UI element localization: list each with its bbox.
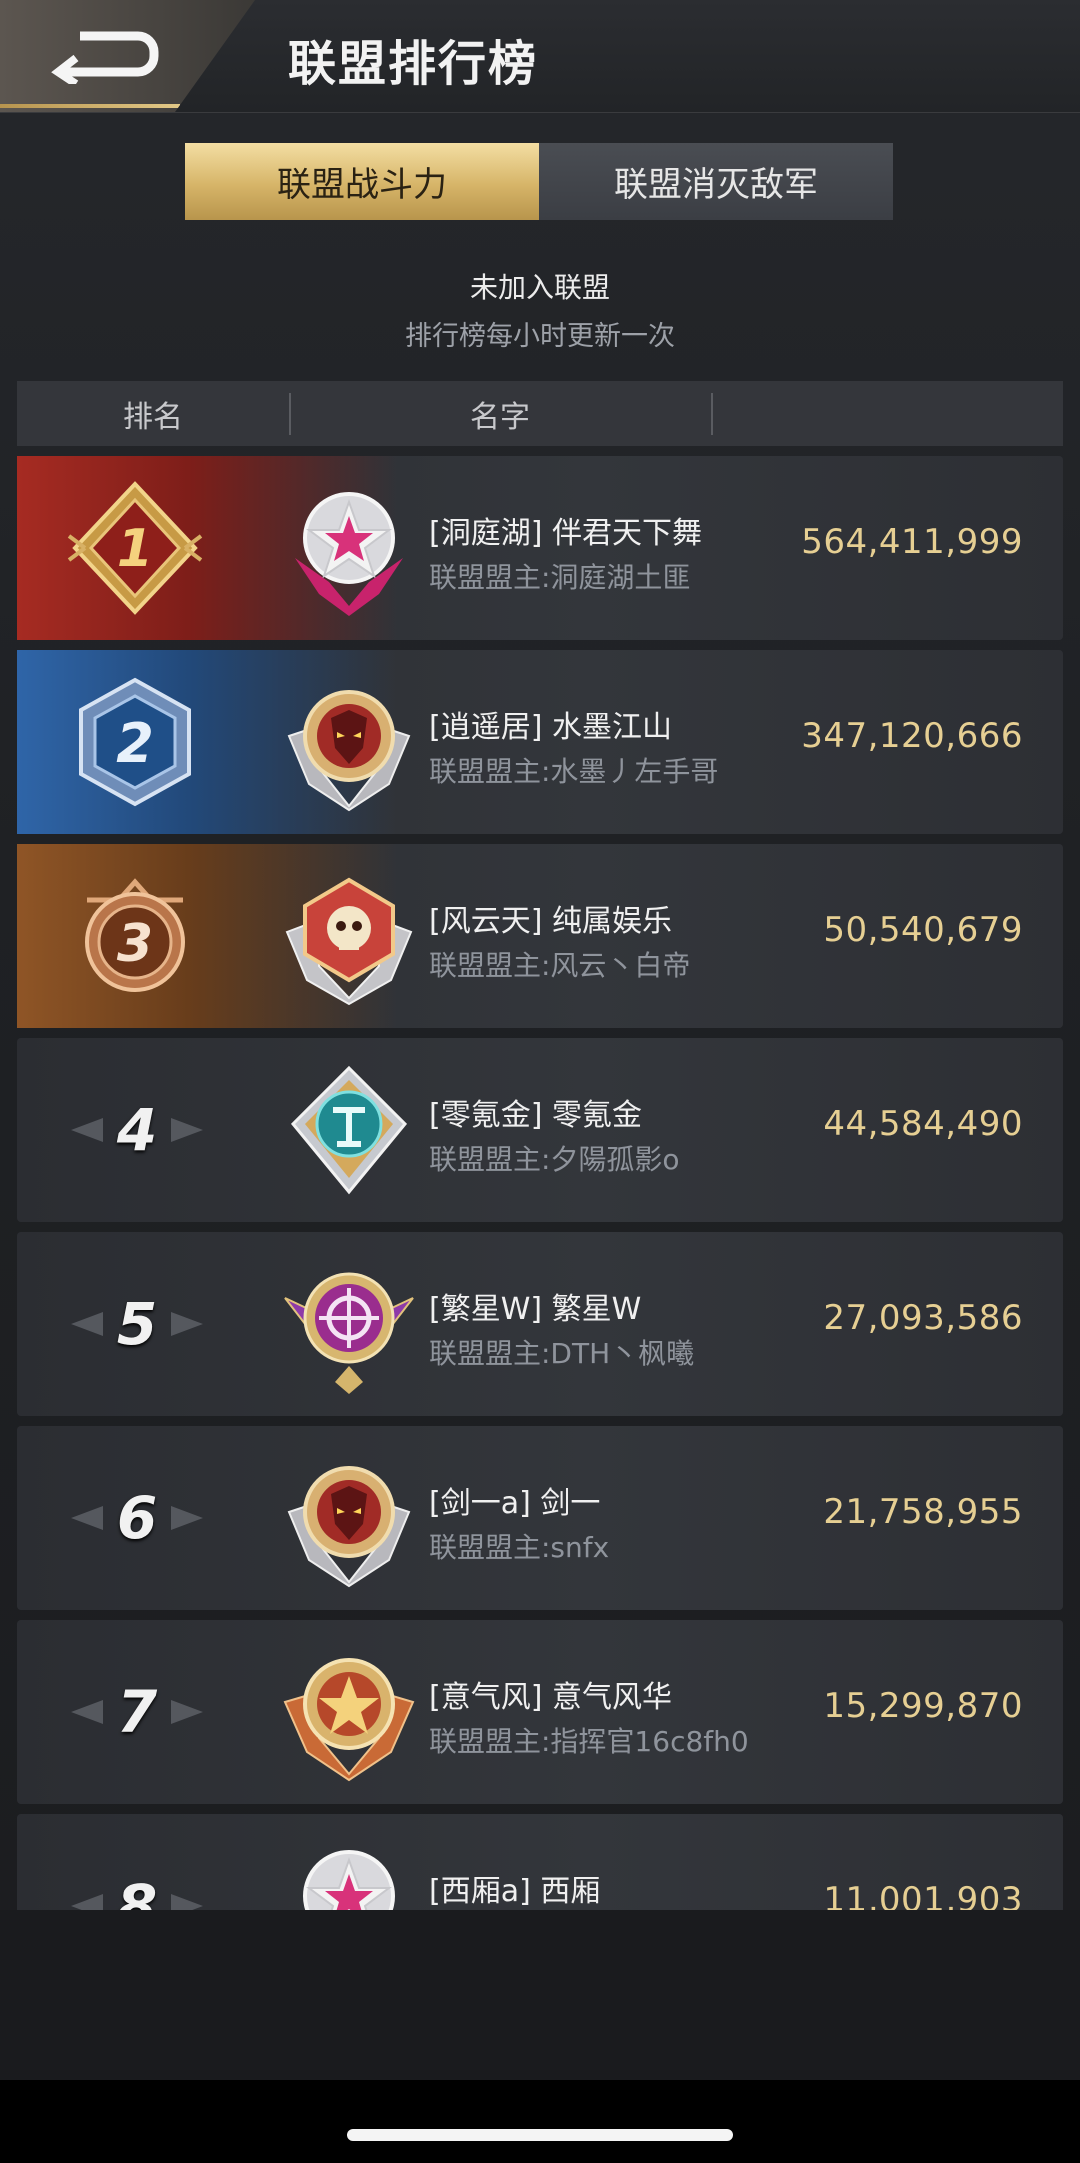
red-wolf-emblem-icon [287,1466,411,1588]
ranking-list[interactable]: 1 [洞庭湖] 伴君天下舞 联盟盟主:洞庭湖土匪 564,411,999 2 [… [0,455,1080,1910]
gold-rank-badge-icon: 1 [67,481,203,615]
rank-number: 4 [116,1096,158,1164]
table-row[interactable]: 3 [风云天] 纯属娱乐 联盟盟主:风云丶白帝 50,540,679 [17,844,1063,1028]
combat-power: 21,758,955 [823,1492,1023,1532]
alliance-name: [洞庭湖] 伴君天下舞 [429,516,702,551]
rank-number: 6 [116,1484,158,1552]
rank-number-wrap: 6 [67,1468,207,1568]
rank-number-wrap: 7 [67,1662,207,1762]
alliance-leader: 联盟盟主:风云丶白帝 [429,949,691,982]
combat-power: 27,093,586 [823,1298,1023,1338]
alliance-leader: 联盟盟主:snfx [429,1531,610,1564]
rank-number: 7 [116,1678,158,1746]
alliance-leader: 联盟盟主:夕陽孤影o [429,1143,680,1176]
alliance-name: [剑一a] 剑一 [429,1486,601,1521]
column-header-rank: 排名 [123,399,183,435]
table-row[interactable]: 7 [意气风] 意气风华 联盟盟主:指挥官16c8fh0 15,299,870 [17,1620,1063,1804]
alliance-leader: 联盟盟主:指挥官16c8fh0 [429,1725,749,1758]
rank-number: 8 [116,1872,158,1910]
alliance-name: [意气风] 意气风华 [429,1680,672,1715]
page-title: 联盟排行榜 [288,36,539,92]
combat-power: 15,299,870 [823,1686,1023,1726]
alliance-status: 未加入联盟 [469,271,610,304]
table-row[interactable]: 6 [剑一a] 剑一 联盟盟主:snfx 21,758,955 [17,1426,1063,1610]
combat-power: 564,411,999 [801,522,1023,562]
column-header-name: 名字 [470,399,530,435]
teal-shield-emblem-icon [290,1065,408,1195]
table-header: 排名 名字 联盟战斗力 [17,381,1063,495]
table-row[interactable]: 2 [逍遥居] 水墨江山 联盟盟主:水墨丿左手哥 347,120,666 [17,650,1063,834]
back-arrow-icon [51,31,159,84]
combat-power: 44,584,490 [823,1104,1023,1144]
alliance-leader: 联盟盟主:洞庭湖土匪 [429,561,691,594]
column-divider [289,393,291,435]
table-row[interactable]: 4 [零氪金] 零氪金 联盟盟主:夕陽孤影o 44,584,490 [17,1038,1063,1222]
gold-star-emblem-icon [283,1658,415,1782]
bronze-rank-badge-icon: 3 [85,878,185,992]
rank-number-wrap: 4 [67,1080,207,1180]
system-nav-area [0,2080,1080,2163]
rank-number: 5 [116,1290,158,1358]
alliance-name: [零氪金] 零氪金 [429,1098,642,1133]
bottom-panel [0,1910,1080,2080]
combat-power: 50,540,679 [823,910,1023,950]
combat-power: 11,001,903 [823,1880,1023,1910]
rank-number-wrap: 5 [67,1274,207,1374]
rank-number-wrap: 8 [67,1856,207,1910]
alliance-name: [繁星W] 繁星W [429,1292,642,1327]
pink-star-emblem-icon [295,492,403,616]
alliance-name: [风云天] 纯属娱乐 [429,904,672,939]
alliance-name: [西厢a] 西厢 [429,1874,601,1909]
svg-text:3: 3 [117,914,153,974]
skull-emblem-icon [285,877,413,1006]
alliance-leader: 联盟盟主:DTH丶枫曦 [429,1337,695,1370]
tab-bar: 联盟战斗力 联盟消灭敌军 [185,143,893,220]
svg-text:1: 1 [117,519,153,579]
home-indicator[interactable] [347,2129,733,2141]
column-divider [711,393,713,435]
silver-rank-badge-icon: 2 [79,677,191,807]
screen: 联盟排行榜 联盟战斗力 联盟消灭敌军 未加入联盟 排行榜每小时更新一次 排名 名… [0,0,1080,2163]
alliance-leader: 联盟盟主:水墨丿左手哥 [429,755,719,788]
svg-text:2: 2 [116,712,154,775]
back-button[interactable] [0,0,255,112]
update-note: 排行榜每小时更新一次 [405,321,675,352]
tab-alliance-power[interactable]: 联盟战斗力 [185,143,539,220]
table-row[interactable]: 5 [繁星W] 繁星W 联盟盟主:DTH丶枫曦 27,093,586 [17,1232,1063,1416]
header-bar: 联盟排行榜 [0,0,1080,113]
purple-target-emblem-icon [284,1272,414,1394]
combat-power: 347,120,666 [801,716,1023,756]
red-wolf-emblem-icon [287,690,411,812]
table-row[interactable]: 8 [西厢a] 西厢 11,001,903 [17,1814,1063,1910]
tab-alliance-kills[interactable]: 联盟消灭敌军 [539,143,893,220]
table-row[interactable]: 1 [洞庭湖] 伴君天下舞 联盟盟主:洞庭湖土匪 564,411,999 [17,456,1063,640]
alliance-name: [逍遥居] 水墨江山 [429,710,672,745]
pink-star-emblem-icon [303,1850,395,1910]
